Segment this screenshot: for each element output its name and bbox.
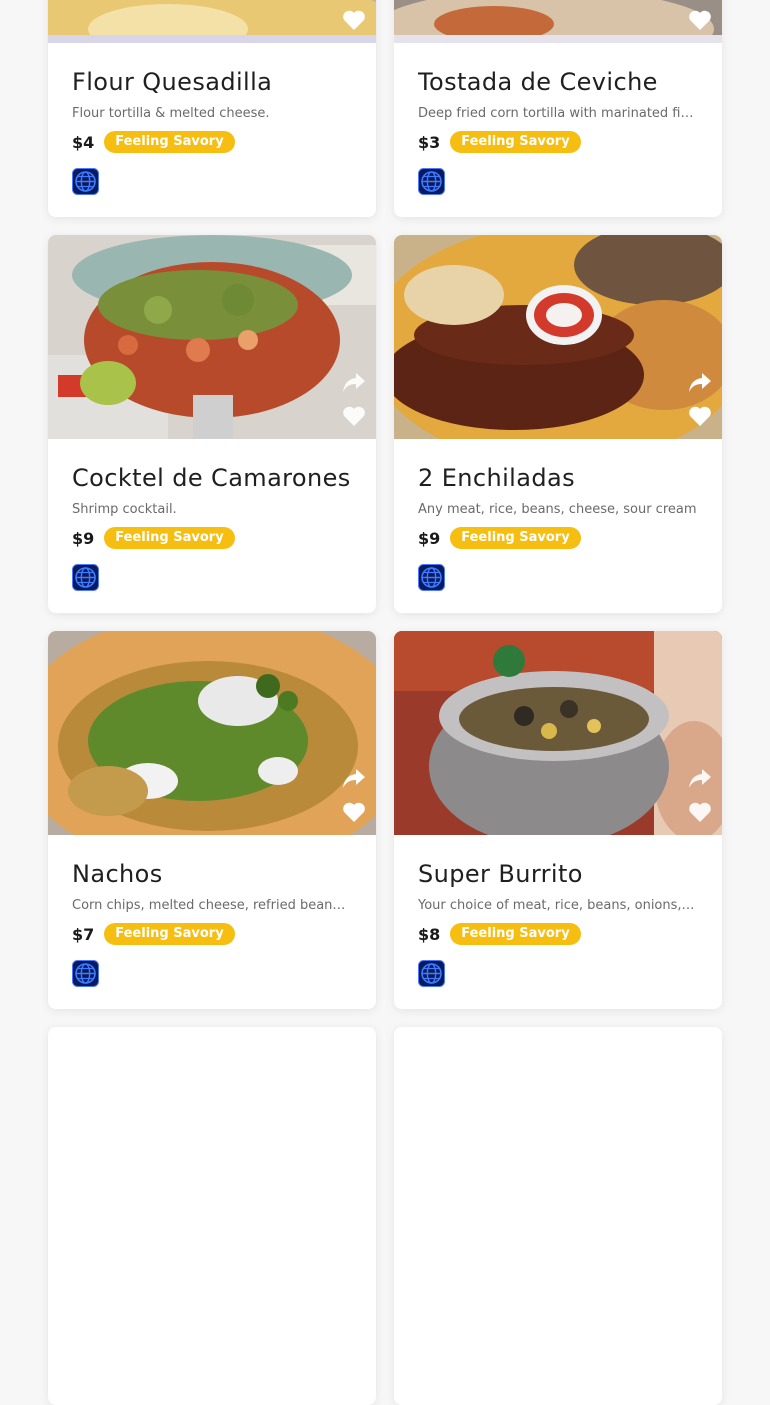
- food-photo[interactable]: [48, 631, 376, 835]
- flavor-badge: Feeling Savory: [104, 923, 235, 945]
- favorite-button[interactable]: [342, 9, 366, 31]
- share-icon: [343, 769, 365, 788]
- globe-icon[interactable]: [418, 168, 445, 195]
- menu-card[interactable]: Super Burrito Your choice of meat, rice,…: [394, 631, 722, 1009]
- item-price: $7: [72, 924, 95, 944]
- heart-icon: [689, 406, 711, 426]
- flavor-badge: Feeling Savory: [450, 923, 581, 945]
- share-button[interactable]: [342, 371, 366, 393]
- heart-icon: [343, 406, 365, 426]
- favorite-button[interactable]: [342, 801, 366, 823]
- item-price: $9: [72, 528, 95, 548]
- heart-icon: [689, 802, 711, 822]
- food-photo[interactable]: [394, 631, 722, 835]
- menu-card[interactable]: 2 Enchiladas Any meat, rice, beans, chee…: [394, 235, 722, 613]
- globe-icon[interactable]: [72, 168, 99, 195]
- menu-card[interactable]: Flour Quesadilla Flour tortilla & melted…: [48, 0, 376, 217]
- item-name: Cocktel de Camarones: [72, 464, 351, 492]
- favorite-button[interactable]: [342, 405, 366, 427]
- flavor-badge: Feeling Savory: [104, 131, 235, 153]
- globe-icon[interactable]: [418, 960, 445, 987]
- item-description: Shrimp cocktail.: [72, 502, 177, 517]
- item-name: Tostada de Ceviche: [418, 68, 658, 96]
- menu-card[interactable]: [394, 1027, 722, 1405]
- globe-icon[interactable]: [418, 564, 445, 591]
- item-name: Super Burrito: [418, 860, 583, 888]
- share-icon: [343, 373, 365, 392]
- menu-card[interactable]: [48, 1027, 376, 1405]
- heart-icon: [689, 10, 711, 30]
- item-description: Deep fried corn tortilla with marinated …: [418, 106, 698, 121]
- favorite-button[interactable]: [688, 801, 712, 823]
- globe-icon[interactable]: [72, 564, 99, 591]
- menu-card[interactable]: Tostada de Ceviche Deep fried corn torti…: [394, 0, 722, 217]
- share-button[interactable]: [342, 767, 366, 789]
- item-price: $8: [418, 924, 441, 944]
- item-description: Your choice of meat, rice, beans, onions…: [418, 898, 698, 913]
- item-name: Flour Quesadilla: [72, 68, 273, 96]
- favorite-button[interactable]: [688, 9, 712, 31]
- food-photo[interactable]: [48, 0, 376, 43]
- item-price: $3: [418, 132, 441, 152]
- menu-card[interactable]: Cocktel de Camarones Shrimp cocktail. $9…: [48, 235, 376, 613]
- share-icon: [689, 373, 711, 392]
- share-button[interactable]: [688, 767, 712, 789]
- item-price: $4: [72, 132, 95, 152]
- item-price: $9: [418, 528, 441, 548]
- flavor-badge: Feeling Savory: [450, 131, 581, 153]
- item-description: Corn chips, melted cheese, refried beans…: [72, 898, 352, 913]
- flavor-badge: Feeling Savory: [450, 527, 581, 549]
- item-description: Any meat, rice, beans, cheese, sour crea…: [418, 502, 697, 517]
- item-name: 2 Enchiladas: [418, 464, 575, 492]
- globe-icon[interactable]: [72, 960, 99, 987]
- food-photo[interactable]: [394, 0, 722, 43]
- share-icon: [689, 769, 711, 788]
- heart-icon: [343, 10, 365, 30]
- flavor-badge: Feeling Savory: [104, 527, 235, 549]
- item-description: Flour tortilla & melted cheese.: [72, 106, 270, 121]
- heart-icon: [343, 802, 365, 822]
- item-name: Nachos: [72, 860, 163, 888]
- favorite-button[interactable]: [688, 405, 712, 427]
- food-photo[interactable]: [48, 235, 376, 439]
- menu-card[interactable]: Nachos Corn chips, melted cheese, refrie…: [48, 631, 376, 1009]
- share-button[interactable]: [688, 371, 712, 393]
- food-photo[interactable]: [394, 235, 722, 439]
